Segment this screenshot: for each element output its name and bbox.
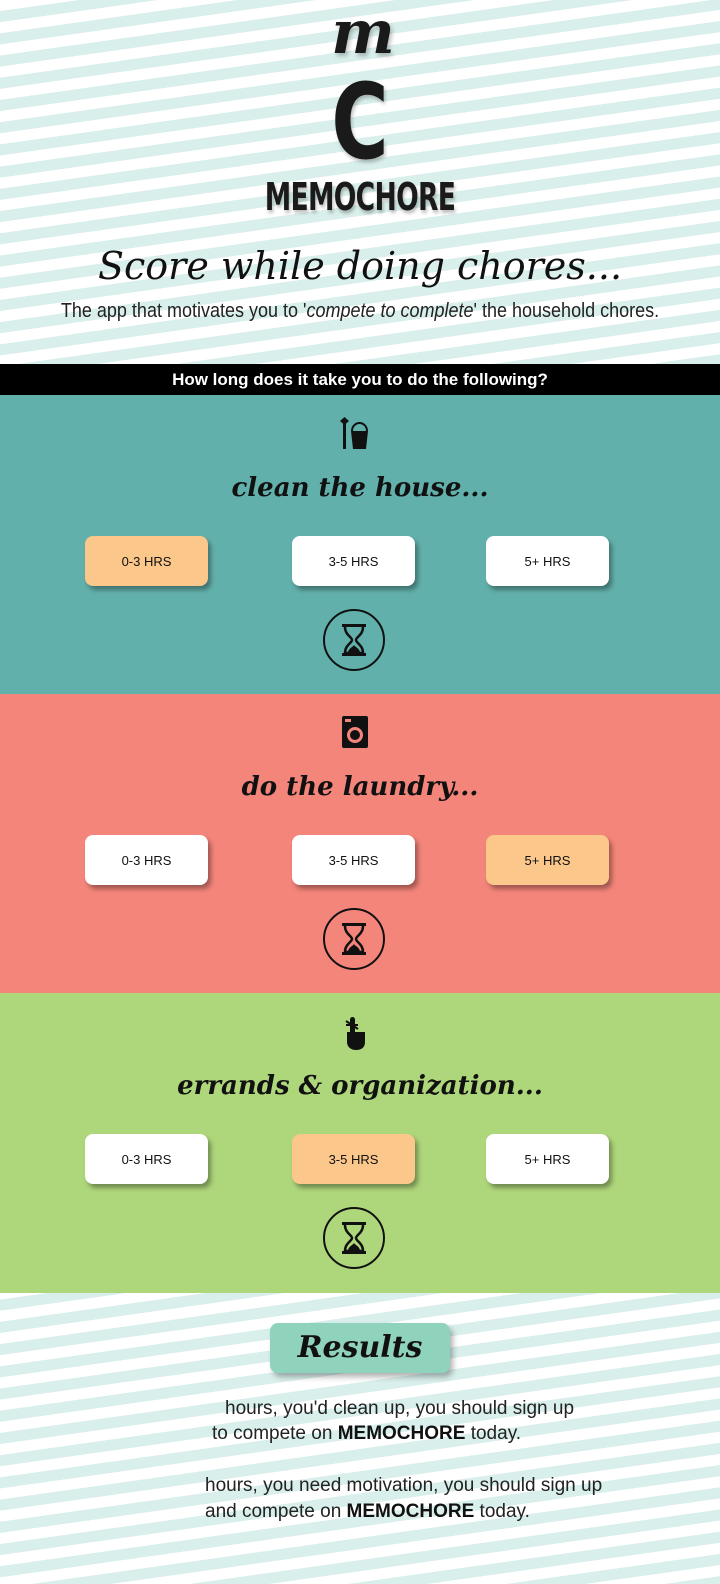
question-banner: How long does it take you to do the foll… (0, 364, 720, 395)
option-0-3-hrs[interactable]: 0-3 HRS (85, 835, 208, 885)
subtitle: The app that motivates you to 'compete t… (60, 300, 660, 322)
logo-letter: C (331, 61, 389, 183)
option-5plus-hrs[interactable]: 5+ HRS (486, 835, 609, 885)
hourglass-icon[interactable] (323, 1207, 385, 1269)
logo-mark: m (331, 0, 395, 68)
section-title: do the laundry... (241, 772, 479, 802)
logo-name: MEMOCHORE (264, 175, 456, 219)
hourglass-icon[interactable] (323, 609, 385, 671)
option-0-3-hrs[interactable]: 0-3 HRS (85, 1134, 208, 1184)
option-3-5-hrs[interactable]: 3-5 HRS (292, 1134, 415, 1184)
results-button[interactable]: Results (270, 1323, 450, 1373)
result-line-2a: hours, you need motivation, you should s… (205, 1475, 603, 1496)
washing-machine-icon (340, 716, 370, 752)
section-laundry: do the laundry... 0-3 HRS 3-5 HRS 5+ HRS (0, 694, 720, 994)
option-3-5-hrs[interactable]: 3-5 HRS (292, 536, 415, 586)
section-title: errands & organization... (177, 1071, 543, 1101)
cleaning-bucket-icon (340, 417, 370, 453)
finger-reminder-icon (340, 1015, 370, 1051)
option-0-3-hrs[interactable]: 0-3 HRS (85, 536, 208, 586)
section-errands: errands & organization... 0-3 HRS 3-5 HR… (0, 993, 720, 1293)
result-line-1a: hours, you'd clean up, you should sign u… (225, 1398, 575, 1419)
tagline: Score while doing chores... (97, 244, 623, 288)
option-5plus-hrs[interactable]: 5+ HRS (486, 536, 609, 586)
option-5plus-hrs[interactable]: 5+ HRS (486, 1134, 609, 1184)
section-title: clean the house... (231, 473, 489, 503)
result-line-1b: to compete on MEMOCHORE today. (212, 1423, 522, 1444)
result-line-2b: and compete on MEMOCHORE today. (205, 1501, 530, 1522)
hourglass-icon[interactable] (323, 908, 385, 970)
option-3-5-hrs[interactable]: 3-5 HRS (292, 835, 415, 885)
section-clean-house: clean the house... 0-3 HRS 3-5 HRS 5+ HR… (0, 395, 720, 695)
